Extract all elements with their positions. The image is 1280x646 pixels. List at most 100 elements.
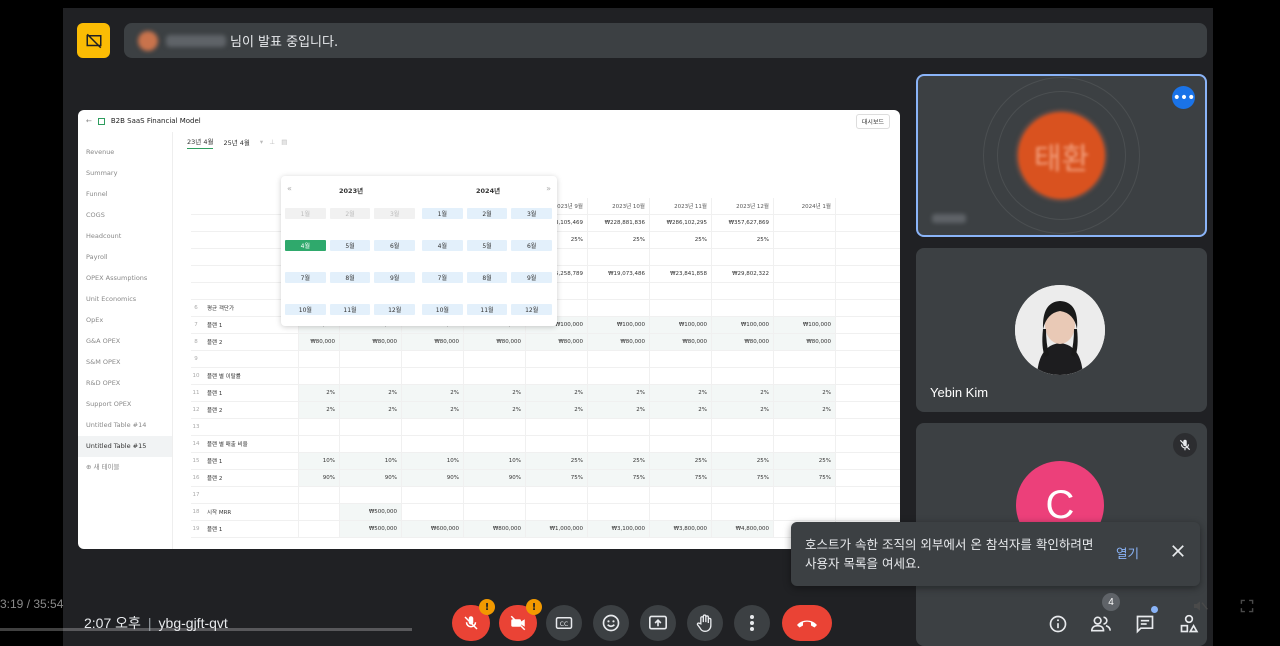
table-cell: 75% [650, 470, 712, 486]
camera-toggle-button[interactable]: ! [499, 599, 542, 641]
calendar-month: 10월 [285, 304, 326, 315]
doc-main: 23년 4월 25년 4월 ▾ ⊥ ▤ 2023년 7월2023년 8월2023… [173, 132, 900, 549]
table-cell: 2% [774, 402, 836, 418]
presenter-avatar-small [138, 30, 158, 51]
table-cell [191, 266, 201, 282]
table-cell [299, 368, 340, 384]
table-cell: ₩500,000 [340, 521, 402, 537]
table-cell [774, 368, 836, 384]
table-cell: 2024년 1월 [774, 198, 836, 214]
meeting-details-icon[interactable] [1046, 612, 1070, 636]
people-icon[interactable] [1089, 612, 1113, 636]
table-row: 12 플랜 2 2% 2% 2% 2% 2% 2% 2% 2% 2% [191, 402, 900, 419]
stop-presenting-icon[interactable] [77, 23, 110, 58]
more-options-button[interactable] [734, 605, 770, 641]
table-cell: 18 [192, 509, 200, 515]
table-cell [402, 436, 464, 452]
doc-sidebar-item: Summary [86, 169, 118, 177]
calendar-year-right: 2024년 [476, 187, 501, 195]
table-cell: 2% [712, 402, 774, 418]
table-cell: ₩4,800,000 [712, 521, 774, 537]
table-cell: 15 [192, 458, 200, 464]
table-cell: ₩80,000 [299, 334, 340, 350]
table-cell [712, 436, 774, 452]
table-cell: 2023년 12월 [712, 198, 774, 214]
close-icon[interactable] [1169, 542, 1187, 560]
table-cell [712, 504, 774, 520]
table-cell [464, 419, 526, 435]
prev-year-icon: « [287, 184, 292, 193]
calendar-month: 7월 [285, 272, 326, 283]
captions-button[interactable]: CC [546, 605, 582, 641]
volume-muted-icon [1192, 598, 1208, 617]
table-cell [201, 419, 299, 435]
calendar-month: 12월 [511, 304, 552, 315]
calendar-month: 1월 [422, 208, 463, 219]
emoji-reaction-button[interactable] [593, 605, 629, 641]
present-screen-button[interactable] [640, 605, 676, 641]
table-cell: 90% [340, 470, 402, 486]
doc-sidebar-item: S&M OPEX [86, 358, 121, 366]
calendar-month: 4월 [285, 240, 326, 251]
doc-sidebar-item: G&A OPEX [86, 337, 121, 345]
table-cell [650, 504, 712, 520]
toast-message: 호스트가 속한 조직의 외부에서 온 참석자를 확인하려면 사용자 목록을 여세… [805, 537, 1094, 571]
presenter-name-blurred [166, 34, 226, 47]
table-cell [588, 487, 650, 503]
table-cell: 10% [402, 453, 464, 469]
table-cell: 10% [299, 453, 340, 469]
svg-text:CC: CC [560, 621, 568, 628]
calendar-month: 4월 [422, 240, 463, 251]
calendar-month: 6월 [374, 240, 415, 251]
table-cell: ₩286,102,295 [650, 215, 712, 231]
leave-call-button[interactable] [782, 605, 832, 641]
calendar-grid-right: 1월 2월 3월 4월 5월 6월 7월 8월 9월 10월 11월 12월 [422, 208, 552, 315]
table-cell: ₩80,000 [402, 334, 464, 350]
participant-tile-yebin[interactable]: Yebin Kim [916, 248, 1207, 412]
table-cell [774, 232, 836, 248]
table-cell [299, 521, 340, 537]
calendar-month: 9월 [374, 272, 415, 283]
doc-sidebar-item: Untitled Table #15 [78, 436, 172, 457]
table-cell: ₩1,000,000 [526, 521, 588, 537]
table-cell: ₩357,627,869 [712, 215, 774, 231]
table-cell: 75% [526, 470, 588, 486]
table-cell: 16 [192, 475, 200, 481]
participant-tile-presenter[interactable]: 태환 ••• [916, 74, 1207, 237]
table-cell: 10% [340, 453, 402, 469]
table-cell: 2023년 11월 [650, 198, 712, 214]
clock-time: 2:07 오후 [84, 615, 141, 631]
table-cell [340, 351, 402, 367]
table-cell [340, 419, 402, 435]
table-cell [774, 215, 836, 231]
table-cell: ₩600,000 [402, 521, 464, 537]
table-cell: 2% [464, 402, 526, 418]
table-cell: ₩100,000 [774, 317, 836, 333]
table-cell: 2% [588, 385, 650, 401]
doc-header: ← B2B SaaS Financial Model 대시보드 [78, 110, 900, 132]
table-cell [774, 266, 836, 282]
mic-warning-icon: ! [479, 599, 495, 615]
table-row: 10 플랜 별 이탈률 [191, 368, 900, 385]
chat-icon[interactable] [1133, 612, 1157, 636]
table-cell: 2% [526, 385, 588, 401]
table-cell [464, 504, 526, 520]
table-row: 9 [191, 351, 900, 368]
more-options-button[interactable]: ••• [1172, 86, 1195, 109]
table-cell: 90% [402, 470, 464, 486]
table-cell [774, 249, 836, 265]
doc-sidebar-item: Revenue [86, 148, 115, 156]
raise-hand-button[interactable] [687, 605, 723, 641]
table-cell [774, 300, 836, 316]
table-cell: 플랜 2 [201, 334, 299, 350]
calendar-grid-left: 1월 2월 3월 4월 5월 6월 7월 8월 9월 10월 11월 12월 [285, 208, 415, 315]
calendar-month: 3월 [374, 208, 415, 219]
table-cell: ₩80,000 [712, 334, 774, 350]
table-row: 14 플랜 별 매출 비율 [191, 436, 900, 453]
table-cell [588, 368, 650, 384]
mic-toggle-button[interactable]: ! [452, 599, 495, 641]
toast-open-button[interactable]: 열기 [1116, 544, 1139, 563]
table-cell: 2% [650, 385, 712, 401]
month-picker: « 2023년 2024년 » 1월 2월 3월 4월 5월 6월 7월 8월 9월 10월 11월… [281, 176, 557, 326]
table-cell [650, 249, 712, 265]
